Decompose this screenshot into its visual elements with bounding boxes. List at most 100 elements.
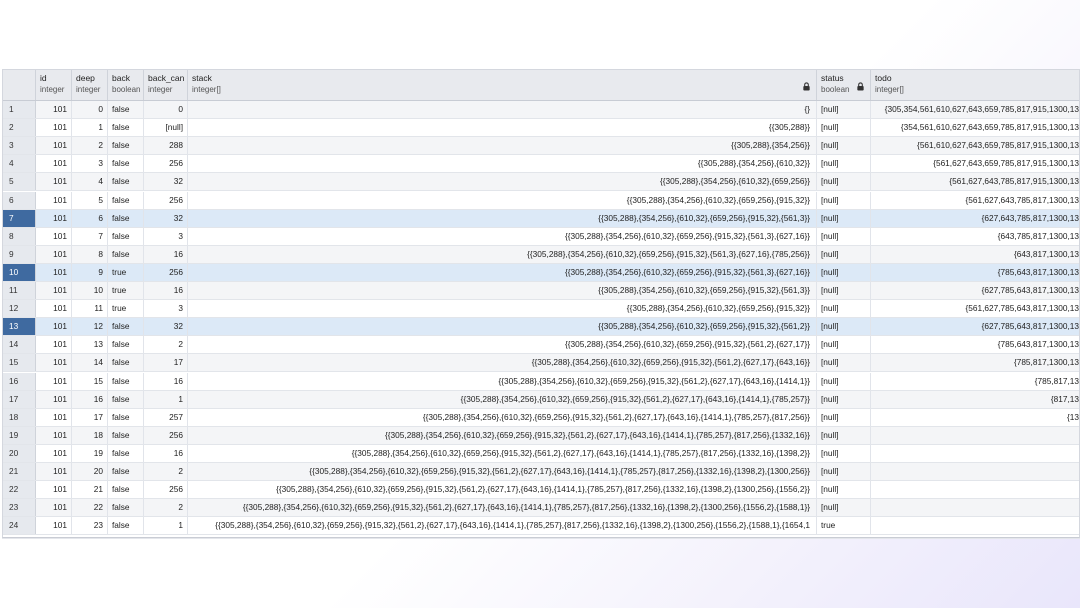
row-number[interactable]: 19	[3, 426, 36, 444]
cell-back[interactable]: false	[108, 227, 144, 245]
cell-back[interactable]: false	[108, 354, 144, 372]
table-row[interactable]: 13 101 12 false 32 {{305,288},{354,256},{610,…	[3, 318, 1079, 337]
column-header-back-can[interactable]: back_can integer	[144, 70, 188, 100]
cell-deep[interactable]: 8	[72, 245, 108, 263]
cell-status[interactable]: [null]	[817, 499, 871, 517]
cell-id[interactable]: 101	[36, 173, 72, 191]
cell-id[interactable]: 101	[36, 463, 72, 481]
table-row[interactable]: 9 101 8 false 16 {{305,288},{354,256},{610,32…	[3, 245, 1079, 264]
cell-back[interactable]: false	[108, 336, 144, 354]
cell-back[interactable]: false	[108, 444, 144, 462]
cell-stack[interactable]: {{305,288},{354,256},{610,32},{659,256},…	[188, 390, 817, 408]
cell-status[interactable]: [null]	[817, 336, 871, 354]
row-number[interactable]: 3	[3, 137, 36, 155]
cell-stack[interactable]: {{305,288},{354,256},{610,32},{659,256},…	[188, 517, 817, 535]
row-number[interactable]: 13	[3, 318, 36, 336]
cell-status[interactable]: [null]	[817, 481, 871, 499]
row-number[interactable]: 5	[3, 173, 36, 191]
cell-status[interactable]: [null]	[817, 444, 871, 462]
cell-todo[interactable]: {561,627,785,643,817,1300,13	[871, 300, 1079, 317]
cell-back[interactable]: false	[108, 499, 144, 517]
cell-todo[interactable]: {561,627,643,785,817,915,1300,13	[871, 173, 1079, 190]
cell-todo[interactable]: {785,643,817,1300,13	[871, 336, 1079, 353]
cell-id[interactable]: 101	[36, 318, 72, 336]
cell-stack[interactable]: {{305,288},{354,256},{610,32},{659,256},…	[188, 444, 817, 462]
row-number[interactable]: 12	[3, 300, 36, 318]
cell-id[interactable]: 101	[36, 354, 72, 372]
cell-status[interactable]: [null]	[817, 426, 871, 444]
cell-back-can[interactable]: 256	[144, 155, 188, 173]
cell-stack[interactable]: {{305,288},{354,256},{610,32},{659,256}}	[188, 173, 817, 191]
cell-todo[interactable]: {643,817,1300,13	[871, 246, 1079, 263]
row-number[interactable]: 20	[3, 444, 36, 462]
cell-deep[interactable]: 12	[72, 318, 108, 336]
cell-id[interactable]: 101	[36, 390, 72, 408]
row-number[interactable]: 7	[3, 209, 36, 227]
table-row[interactable]: 7 101 6 false 32 {{305,288},{354,256},{610,32…	[3, 209, 1079, 228]
cell-todo[interactable]: {627,785,643,817,1300,13	[871, 282, 1079, 299]
cell-id[interactable]: 101	[36, 517, 72, 535]
cell-back[interactable]: false	[108, 137, 144, 155]
table-row[interactable]: 17 101 16 false 1 {{305,288},{354,256},{610,3…	[3, 390, 1079, 409]
row-number[interactable]: 23	[3, 499, 36, 517]
cell-back[interactable]: false	[108, 463, 144, 481]
cell-back[interactable]: false	[108, 245, 144, 263]
cell-stack[interactable]: {{305,288},{354,256},{610,32},{659,256},…	[188, 336, 817, 354]
cell-status[interactable]: [null]	[817, 282, 871, 300]
table-row[interactable]: 22 101 21 false 256 {{305,288},{354,256},{610…	[3, 481, 1079, 500]
column-header-id[interactable]: id integer	[36, 70, 72, 100]
cell-back-can[interactable]: 3	[144, 227, 188, 245]
cell-todo[interactable]: {785,817,1300,13	[871, 354, 1079, 371]
cell-stack[interactable]: {{305,288}}	[188, 119, 817, 137]
cell-stack[interactable]: {{305,288},{354,256},{610,32},{659,256},…	[188, 499, 817, 517]
row-number[interactable]: 11	[3, 282, 36, 300]
row-number[interactable]: 10	[3, 263, 36, 281]
cell-back[interactable]: false	[108, 209, 144, 227]
cell-stack[interactable]: {{305,288},{354,256},{610,32},{659,256},…	[188, 372, 817, 390]
cell-id[interactable]: 101	[36, 481, 72, 499]
cell-id[interactable]: 101	[36, 300, 72, 318]
table-row[interactable]: 2 101 1 false [null] {{305,288}} [null] {354,56…	[3, 119, 1079, 138]
table-row[interactable]: 21 101 20 false 2 {{305,288},{354,256},{610,3…	[3, 463, 1079, 482]
cell-status[interactable]: [null]	[817, 354, 871, 372]
cell-deep[interactable]: 2	[72, 137, 108, 155]
cell-stack[interactable]: {{305,288},{354,256},{610,32}}	[188, 155, 817, 173]
cell-todo[interactable]	[871, 445, 1079, 462]
cell-deep[interactable]: 10	[72, 282, 108, 300]
cell-todo[interactable]	[871, 499, 1079, 516]
row-number[interactable]: 2	[3, 119, 36, 137]
cell-status[interactable]: [null]	[817, 209, 871, 227]
cell-back[interactable]: false	[108, 318, 144, 336]
cell-back-can[interactable]: 16	[144, 444, 188, 462]
table-row[interactable]: 16 101 15 false 16 {{305,288},{354,256},{610,…	[3, 372, 1079, 391]
cell-status[interactable]: [null]	[817, 408, 871, 426]
cell-deep[interactable]: 1	[72, 119, 108, 137]
cell-deep[interactable]: 11	[72, 300, 108, 318]
table-row[interactable]: 12 101 11 true 3 {{305,288},{354,256},{610,32…	[3, 300, 1079, 319]
table-row[interactable]: 6 101 5 false 256 {{305,288},{354,256},{610,3…	[3, 191, 1079, 210]
cell-id[interactable]: 101	[36, 499, 72, 517]
cell-stack[interactable]: {{305,288},{354,256},{610,32},{659,256},…	[188, 408, 817, 426]
cell-back[interactable]: false	[108, 372, 144, 390]
cell-id[interactable]: 101	[36, 191, 72, 209]
cell-stack[interactable]: {}	[188, 101, 817, 119]
row-number[interactable]: 24	[3, 517, 36, 535]
column-header-status[interactable]: status boolean	[817, 70, 871, 100]
cell-id[interactable]: 101	[36, 245, 72, 263]
cell-back-can[interactable]: 17	[144, 354, 188, 372]
cell-deep[interactable]: 23	[72, 517, 108, 535]
row-number[interactable]: 14	[3, 336, 36, 354]
cell-deep[interactable]: 17	[72, 408, 108, 426]
cell-back-can[interactable]: 288	[144, 137, 188, 155]
cell-todo[interactable]: {627,643,785,817,1300,13	[871, 210, 1079, 227]
cell-back-can[interactable]: 256	[144, 191, 188, 209]
cell-deep[interactable]: 9	[72, 263, 108, 281]
cell-back-can[interactable]: 1	[144, 390, 188, 408]
cell-status[interactable]: [null]	[817, 155, 871, 173]
cell-stack[interactable]: {{305,288},{354,256},{610,32},{659,256},…	[188, 263, 817, 281]
table-row[interactable]: 10 101 9 true 256 {{305,288},{354,256},{610,3…	[3, 263, 1079, 282]
cell-todo[interactable]	[871, 427, 1079, 444]
cell-status[interactable]: [null]	[817, 119, 871, 137]
cell-stack[interactable]: {{305,288},{354,256},{610,32},{659,256},…	[188, 300, 817, 318]
cell-back-can[interactable]: 3	[144, 300, 188, 318]
